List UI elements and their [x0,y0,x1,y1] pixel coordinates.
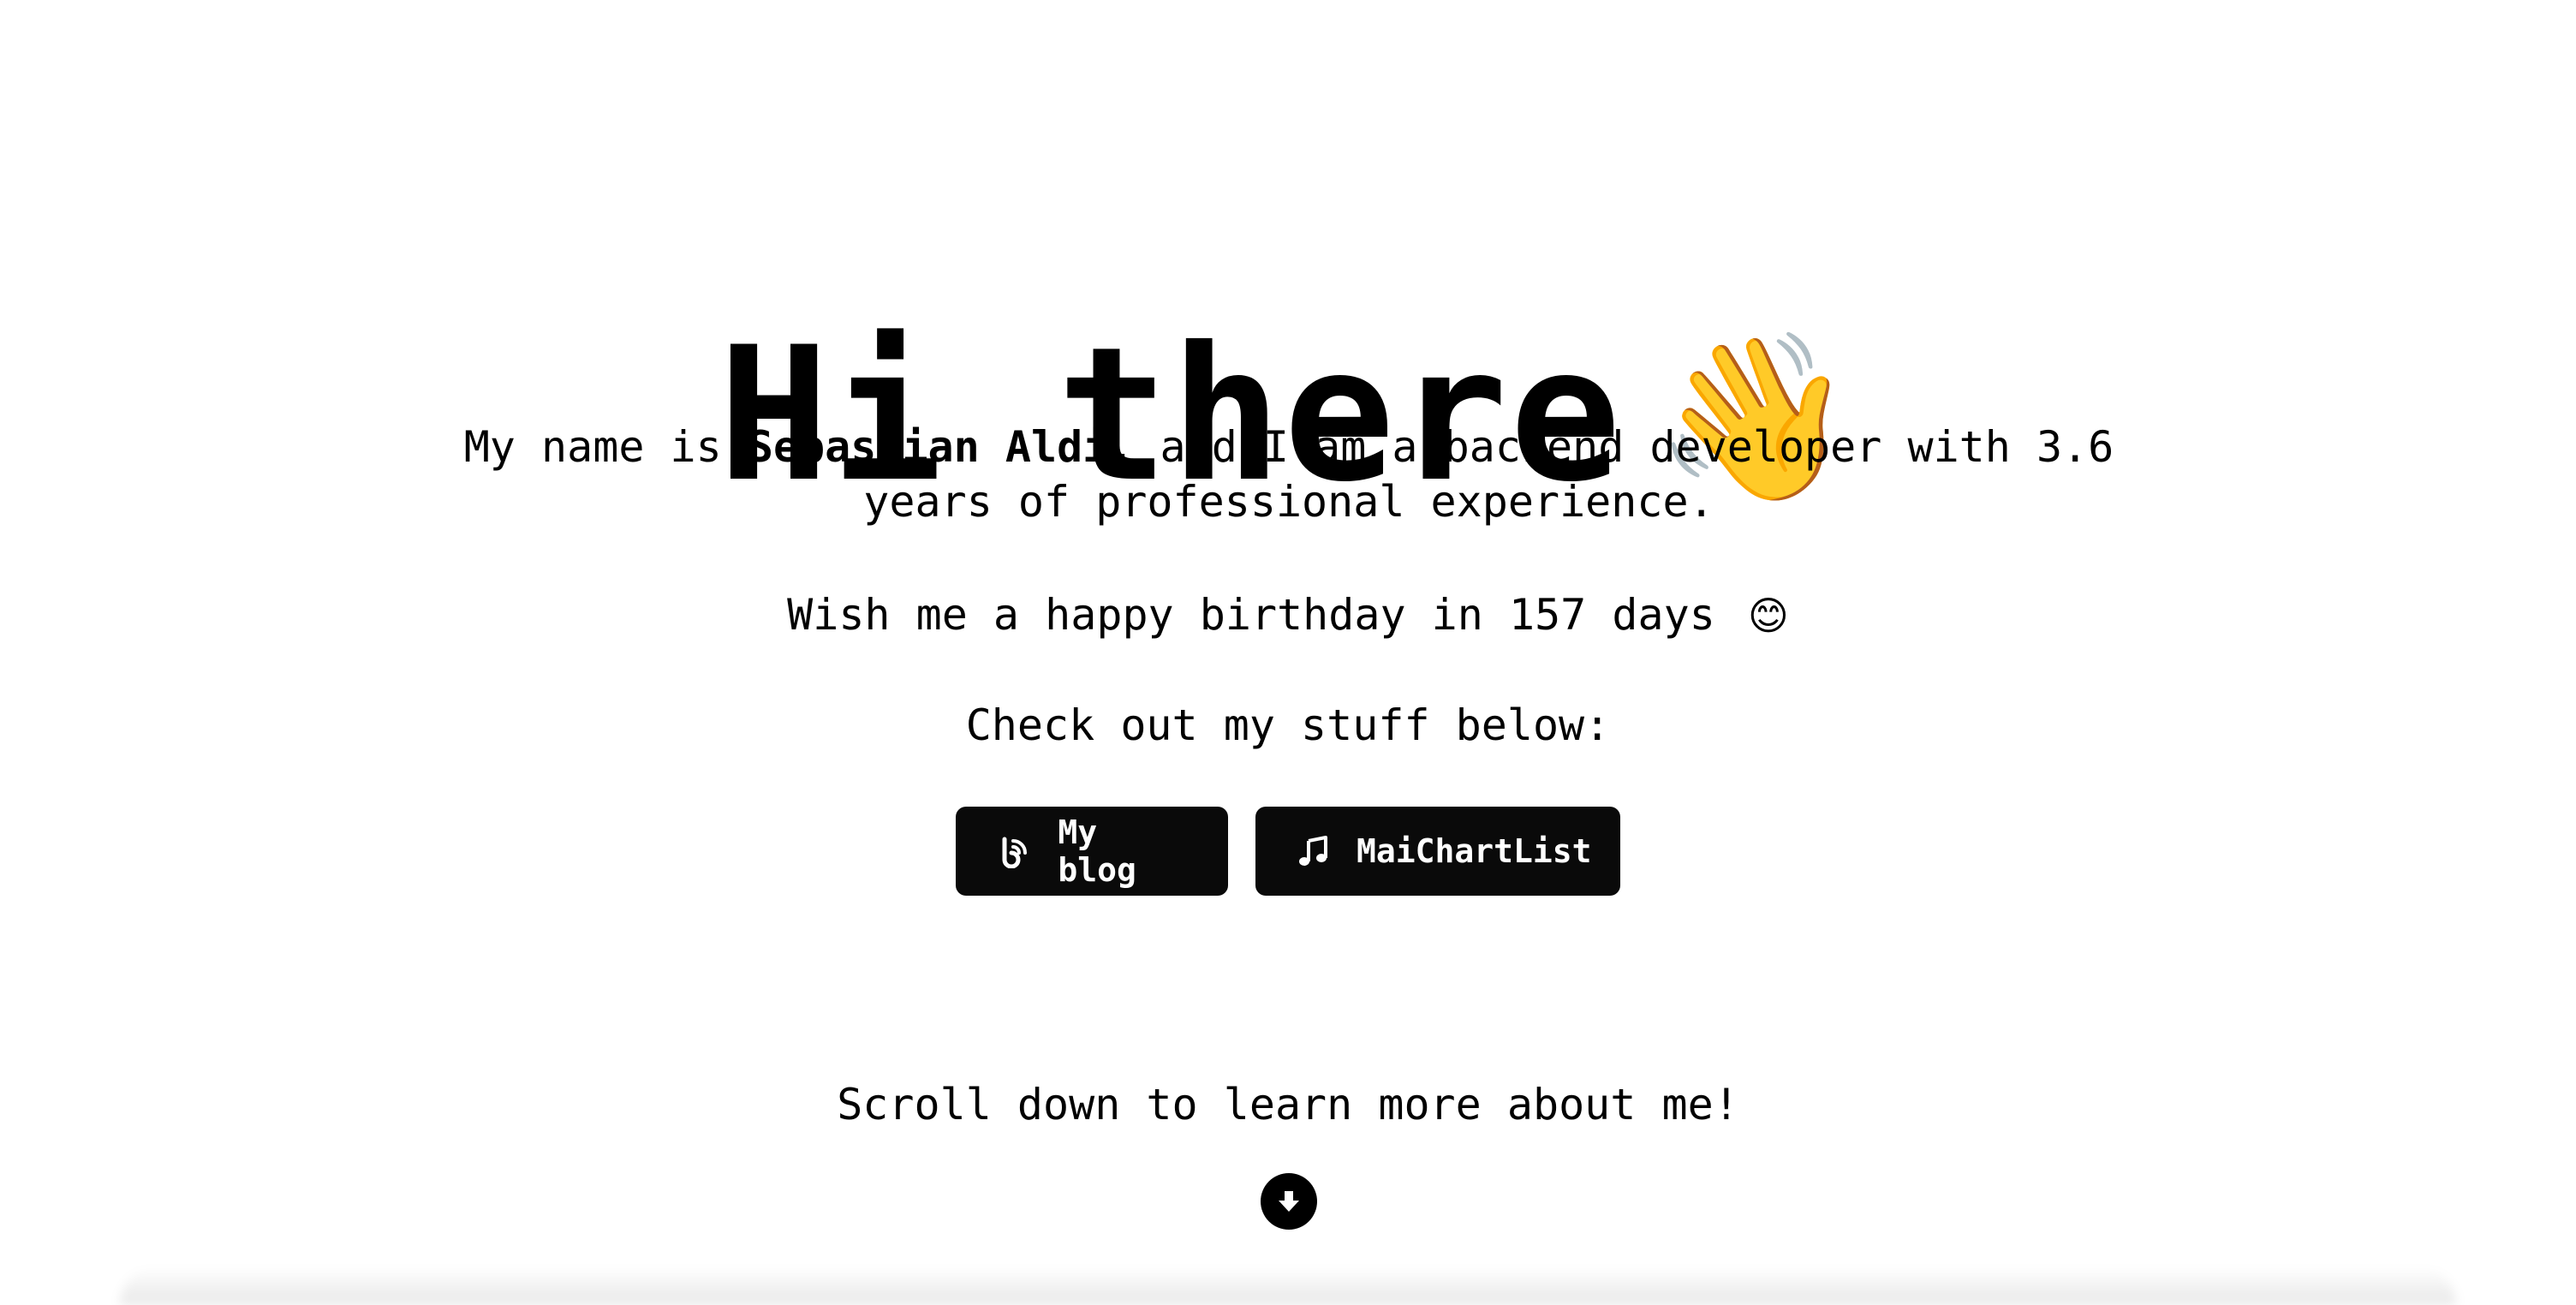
arrow-down-circle-icon [1279,1191,1299,1212]
maichartlist-label: MaiChartList [1357,832,1592,870]
birthday-text: Wish me a happy birthday in 157 days [787,590,1715,640]
maichartlist-button[interactable]: MaiChartList [1255,807,1620,896]
smiling-face-icon: 😊 [1747,593,1789,639]
blog-rss-icon [997,832,1032,870]
my-blog-label: My blog [1058,813,1136,889]
section-divider-shadow [120,1267,2456,1305]
my-blog-button[interactable]: My blog [956,807,1228,896]
scroll-prompt: Scroll down to learn more about me! [837,1080,1739,1129]
intro-paragraph: My name is Sebastian Aldi, and I am a ba… [394,420,2184,529]
author-name: Sebastian Aldi, [747,422,1135,472]
intro-prefix: My name is [463,422,748,472]
page: Hi there 👋 My name is Sebastian Aldi, and… [0,0,2576,1305]
link-buttons: My blog MaiChartList [0,807,2576,896]
music-note-icon [1297,832,1331,870]
scroll-down-button[interactable] [1261,1173,1317,1230]
checkout-text: Check out my stuff below: [965,700,1611,750]
birthday-countdown: Wish me a happy birthday in 157 days 😊 [0,587,2576,643]
